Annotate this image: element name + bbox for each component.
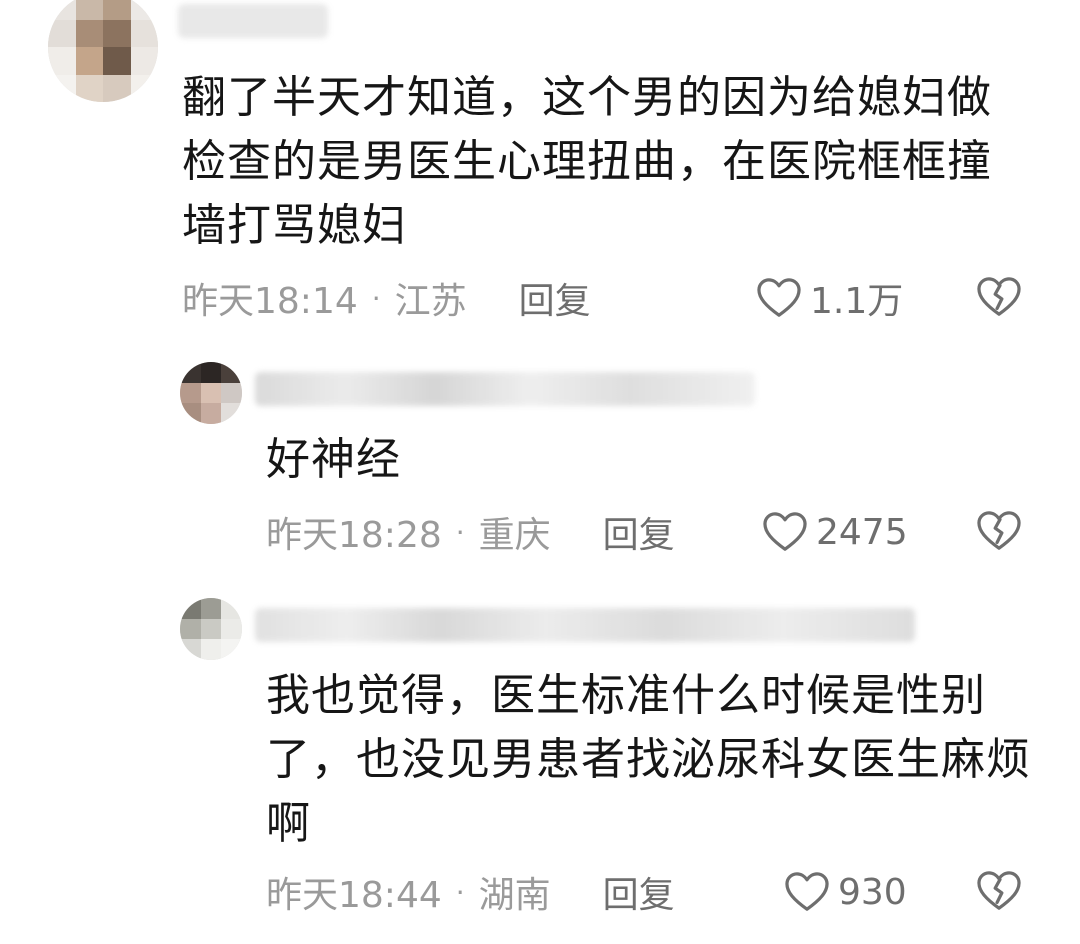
avatar[interactable] xyxy=(180,362,242,424)
dislike-button[interactable] xyxy=(976,276,1022,318)
broken-heart-icon xyxy=(977,277,1021,316)
comment-location: 重庆 xyxy=(478,515,551,556)
separator-dot: · xyxy=(455,875,465,909)
broken-heart-icon xyxy=(977,511,1021,550)
username-blurred[interactable] xyxy=(255,608,915,642)
comment-location: 湖南 xyxy=(478,875,551,916)
comment-location: 江苏 xyxy=(394,281,467,322)
heart-outline-icon xyxy=(763,512,807,551)
comment-text: 好神经 xyxy=(266,434,401,485)
like-button[interactable]: 930 xyxy=(784,868,907,916)
comment-text: 翻了半天才知道，这个男的因为给媳妇做 检查的是男医生心理扭曲，在医院框框撞 墙打… xyxy=(182,72,992,251)
like-button[interactable]: 1.1万 xyxy=(756,274,903,322)
comment-meta: 昨天18:28 · 重庆 回复 xyxy=(266,508,675,556)
comment-meta: 昨天18:44 · 湖南 回复 xyxy=(266,868,675,916)
avatar[interactable] xyxy=(48,0,158,102)
dislike-button[interactable] xyxy=(976,870,1022,912)
reply-button[interactable]: 回复 xyxy=(603,866,675,918)
avatar-pixelated xyxy=(48,0,158,102)
username-blurred[interactable] xyxy=(178,4,328,38)
username-blurred[interactable] xyxy=(255,372,755,406)
avatar[interactable] xyxy=(180,598,242,660)
heart-outline-icon xyxy=(785,872,829,911)
comment-meta: 昨天18:14 · 江苏 回复 xyxy=(182,274,591,322)
like-count: 2475 xyxy=(816,511,908,553)
like-count: 1.1万 xyxy=(810,281,904,322)
comment-time: 昨天18:44 xyxy=(266,875,442,916)
comment-text: 我也觉得，医生标准什么时候是性别 了，也没见男患者找泌尿科女医生麻烦 啊 xyxy=(266,670,1031,849)
separator-dot: · xyxy=(455,515,465,549)
like-button[interactable]: 2475 xyxy=(762,508,908,556)
comment-time: 昨天18:14 xyxy=(182,281,358,322)
broken-heart-icon xyxy=(977,871,1021,910)
comment-time: 昨天18:28 xyxy=(266,515,442,556)
dislike-button[interactable] xyxy=(976,510,1022,552)
separator-dot: · xyxy=(371,281,381,315)
heart-outline-icon xyxy=(757,278,801,317)
like-count: 930 xyxy=(838,871,907,913)
avatar-pixelated xyxy=(180,598,242,660)
reply-button[interactable]: 回复 xyxy=(603,506,675,558)
avatar-pixelated xyxy=(180,362,242,424)
reply-button[interactable]: 回复 xyxy=(519,272,591,324)
